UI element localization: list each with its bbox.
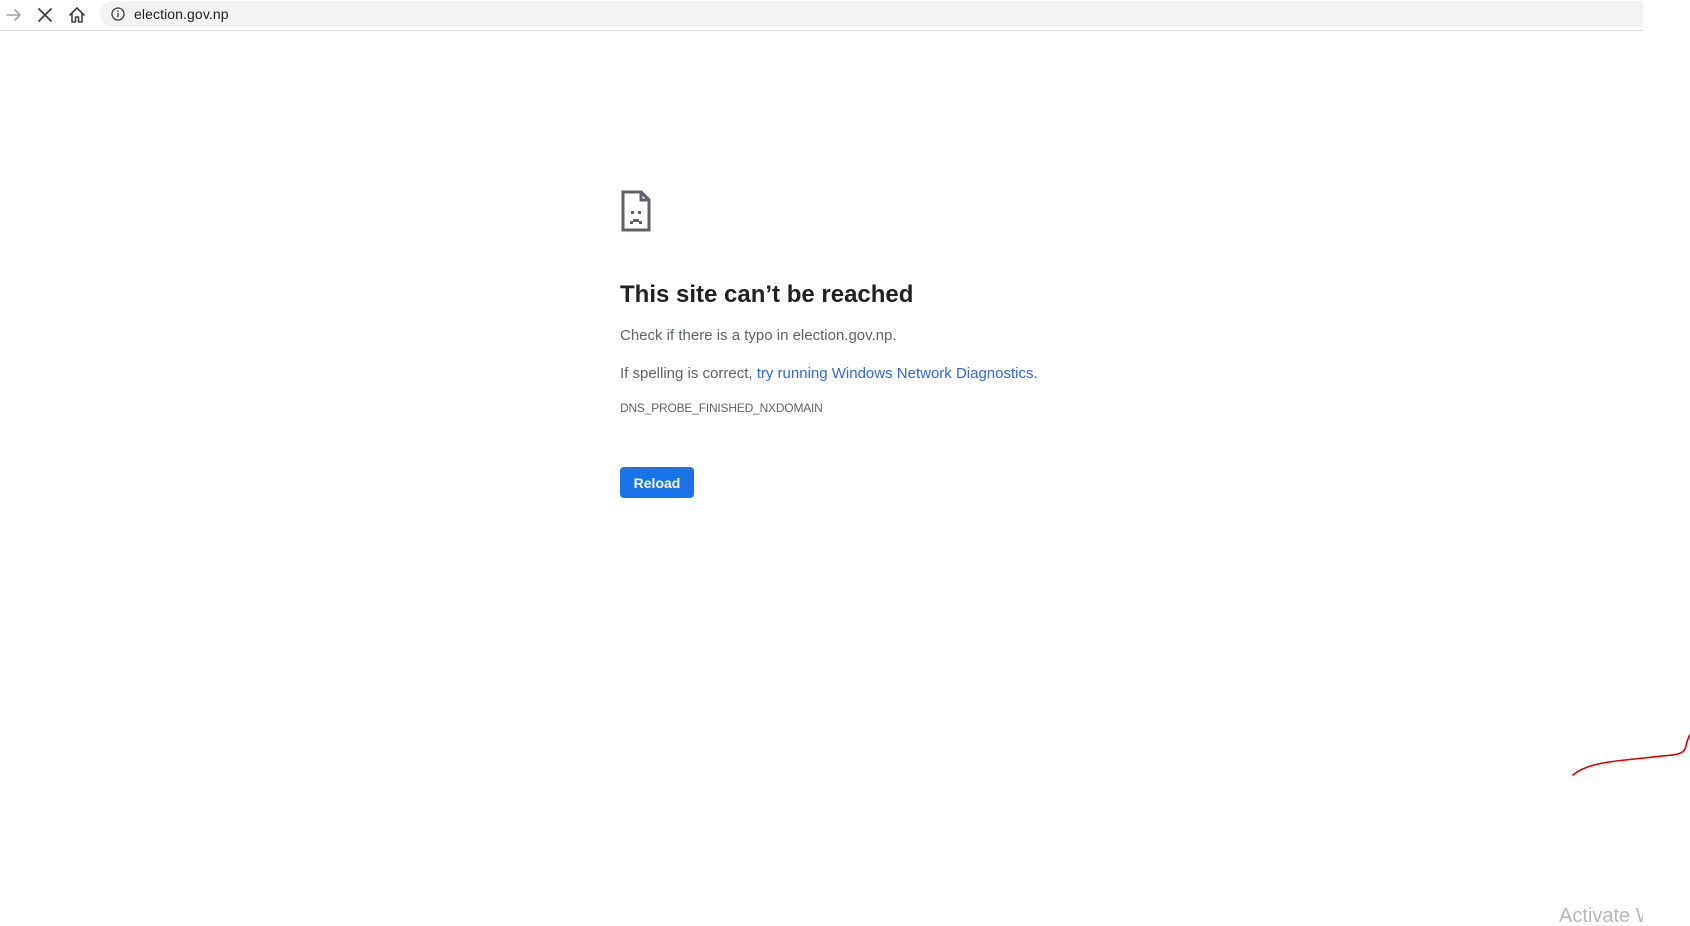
error-title: This site can’t be reached	[620, 281, 914, 308]
home-button[interactable]	[64, 2, 90, 28]
close-icon	[38, 8, 52, 22]
spelling-suggestion-prefix: If spelling is correct,	[620, 365, 757, 382]
sad-document-icon	[621, 190, 651, 232]
typo-suggestion: Check if there is a typo in election.gov…	[620, 327, 897, 344]
forward-button[interactable]	[1, 2, 27, 28]
network-diagnostics-link[interactable]: try running Windows Network Diagnostics	[757, 365, 1034, 382]
reload-button[interactable]: Reload	[620, 467, 694, 498]
site-info-button[interactable]	[110, 6, 126, 22]
red-pen-stroke	[1572, 734, 1690, 776]
address-bar[interactable]: election.gov.np	[100, 1, 1643, 27]
error-page: This site can’t be reached Check if ther…	[620, 189, 1260, 498]
home-icon	[69, 7, 85, 23]
spelling-suggestion-suffix: .	[1033, 365, 1038, 382]
browser-toolbar: election.gov.np	[0, 0, 1643, 31]
arrow-right-icon	[6, 9, 21, 21]
activate-windows-watermark: Activate Windows	[1559, 906, 1643, 926]
info-icon	[111, 7, 125, 21]
error-code: DNS_PROBE_FINISHED_NXDOMAIN	[620, 401, 823, 415]
spelling-suggestion: If spelling is correct, try running Wind…	[620, 363, 1260, 385]
url-text[interactable]: election.gov.np	[134, 6, 229, 22]
stop-loading-button[interactable]	[32, 2, 58, 28]
